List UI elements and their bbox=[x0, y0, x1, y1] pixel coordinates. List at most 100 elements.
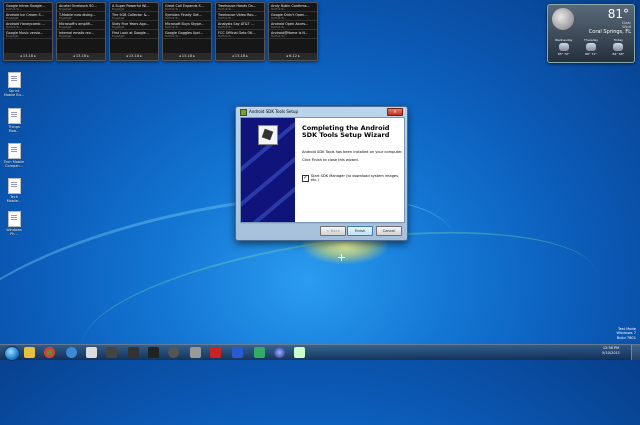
feed-pager[interactable]: ◂ 13-18 ▸ bbox=[110, 53, 158, 60]
feed-item[interactable]: First Look at Google... Engadget bbox=[110, 30, 158, 39]
forecast-day: Friday 84° 68° bbox=[605, 38, 632, 60]
cancel-button[interactable]: Cancel bbox=[376, 226, 402, 236]
desktop-icon[interactable]: Tech Mobile Compan... bbox=[3, 143, 25, 168]
forecast-day-name: Thursday bbox=[584, 38, 598, 42]
forecast-low: 70° bbox=[564, 52, 570, 56]
feed-item[interactable]: Google Intros Google... TecHub Tu... bbox=[4, 3, 52, 12]
feed-pager[interactable]: ◂ 13-18 ▸ bbox=[163, 53, 211, 60]
checkbox-box[interactable]: ✓ bbox=[302, 174, 309, 182]
feed-item-source: TecHub Tu... bbox=[218, 17, 234, 20]
feed-item[interactable]: Treehouse Hands On... TecHub Tu... bbox=[216, 3, 264, 12]
globe-icon[interactable] bbox=[274, 347, 285, 358]
next-arrow-icon[interactable]: ▸ bbox=[245, 54, 248, 58]
feed-pager[interactable]: ◂ 13-18 ▸ bbox=[216, 53, 264, 60]
feed-item-source: Engadget bbox=[112, 17, 125, 20]
chrome-icon[interactable] bbox=[44, 347, 55, 358]
feed-pager[interactable]: ◂ 13-18 ▸ bbox=[4, 53, 52, 60]
android-sdk-logo-icon bbox=[258, 125, 278, 145]
notepad-icon[interactable] bbox=[86, 347, 97, 358]
weather-temperature: 81° bbox=[607, 7, 629, 21]
weather-forecast: Wednesday 85° 70° Thursday 86° 71° Frida… bbox=[550, 38, 632, 60]
feed-item[interactable]: Treehouse Video Rou... TecHub Tu... bbox=[216, 12, 264, 21]
moon-icon bbox=[552, 8, 574, 30]
feed-item-source: TecHub Tu... bbox=[271, 35, 287, 38]
build-line: Build 7601 bbox=[616, 335, 636, 340]
feed-gadget[interactable]: A Super Powerful Wi... Engadget The 5GB Co… bbox=[109, 2, 159, 61]
explorer-icon[interactable] bbox=[24, 347, 35, 358]
settings-icon[interactable] bbox=[254, 347, 265, 358]
clock-date: 5/10/2011 bbox=[602, 351, 620, 355]
feed-item[interactable]: FCC Official Gets OK... TecHub Tu... bbox=[216, 30, 264, 39]
feed-item[interactable]: Andy Rubin Confirms... TecHub Tu... bbox=[269, 3, 317, 12]
feed-item-source: Engadget bbox=[112, 26, 125, 29]
feed-item-source: TecHub Tu... bbox=[6, 8, 22, 11]
feed-item[interactable]: Analysts Say AT&T ... TecHub Tu... bbox=[216, 21, 264, 30]
desktop-icon[interactable]: Things Mob... bbox=[3, 108, 25, 133]
document-icon bbox=[7, 211, 21, 227]
next-arrow-icon[interactable]: ▸ bbox=[33, 54, 36, 58]
console-icon[interactable] bbox=[148, 347, 159, 358]
desktop-icon[interactable]: Tech Mobile... bbox=[3, 178, 25, 203]
close-button[interactable]: ✕ bbox=[387, 108, 403, 116]
taskbar: 12:56 PM 5/10/2011 bbox=[0, 344, 640, 361]
feed-pager[interactable]: ◂ 6-12 ▸ bbox=[269, 53, 317, 60]
feed-pager[interactable]: ◂ 13-18 ▸ bbox=[57, 53, 105, 60]
feed-item[interactable]: Google Music versio... Engadget bbox=[4, 30, 52, 39]
app-icon bbox=[240, 108, 247, 116]
feed-item[interactable]: Great Call Expands S... TecHub Tu... bbox=[163, 3, 211, 12]
feed-item[interactable]: A Super Powerful Wi... Engadget bbox=[110, 3, 158, 12]
forecast-high: 86° bbox=[585, 52, 591, 56]
weather-gadget[interactable]: 81° Clear Wind Coral Springs, FL Wednesd… bbox=[547, 4, 635, 63]
feed-item[interactable]: Android@Home Is N... TecHub Tu... bbox=[269, 30, 317, 39]
next-arrow-icon[interactable]: ▸ bbox=[297, 54, 300, 58]
forecast-day-name: Friday bbox=[613, 38, 623, 42]
installer-icon[interactable] bbox=[294, 347, 305, 358]
media-icon[interactable] bbox=[128, 347, 139, 358]
feed-item[interactable]: Internal emails rev... Engadget bbox=[57, 30, 105, 39]
feed-item-source: TecHub Tu... bbox=[218, 35, 234, 38]
feed-gadget[interactable]: Alcatel Onetouch 90... Engadget T-Mobile n… bbox=[56, 2, 106, 61]
feed-item[interactable]: The 5GB Collector &... Engadget bbox=[110, 12, 158, 21]
show-desktop-button[interactable] bbox=[631, 345, 640, 360]
desktop-icon-label: Things Mob... bbox=[8, 125, 20, 133]
desktop-icon[interactable]: Windows Ph... bbox=[3, 211, 25, 236]
cloud-icon bbox=[613, 43, 624, 51]
back-button[interactable]: < Back bbox=[320, 226, 346, 236]
document-icon bbox=[7, 178, 21, 194]
dialog-titlebar[interactable]: Android SDK Tools Setup bbox=[240, 108, 298, 116]
eclipse-icon[interactable] bbox=[190, 347, 201, 358]
feed-item[interactable]: Sixty Five Years Ago... Engadget bbox=[110, 21, 158, 30]
next-arrow-icon[interactable]: ▸ bbox=[192, 54, 195, 58]
desktop-icon[interactable]: Sprint Mobile Bu... bbox=[3, 72, 25, 97]
feed-item-source: TecHub Tu... bbox=[218, 8, 234, 11]
feed-item[interactable]: Google Goggles Upd... TecHub Tu... bbox=[163, 30, 211, 39]
feed-item[interactable]: T-Mobile now dising... Engadget bbox=[57, 12, 105, 21]
feed-item[interactable]: Android Ice Cream S... Engadget bbox=[4, 12, 52, 21]
feed-item[interactable]: Microsoft's amplifi... Engadget bbox=[57, 21, 105, 30]
feed-gadget[interactable]: Treehouse Hands On... TecHub Tu... Treehou… bbox=[215, 2, 265, 61]
terminal-icon[interactable] bbox=[106, 347, 117, 358]
feed-item[interactable]: Android Open Acces... TecHub Tu... bbox=[269, 21, 317, 30]
feed-gadget[interactable]: Google Intros Google... TecHub Tu... Andro… bbox=[3, 2, 53, 61]
finish-button[interactable]: Finish bbox=[347, 226, 373, 236]
system-clock[interactable]: 12:56 PM 5/10/2011 bbox=[602, 346, 620, 356]
feed-item[interactable]: Android Honeycomb ... TecHub Tu... bbox=[4, 21, 52, 30]
next-arrow-icon[interactable]: ▸ bbox=[139, 54, 142, 58]
feed-item[interactable]: Alcatel Onetouch 90... Engadget bbox=[57, 3, 105, 12]
desktop-icon-label: Tech Mobile Compan... bbox=[3, 160, 25, 168]
document-icon bbox=[7, 108, 21, 124]
internet-explorer-icon[interactable] bbox=[66, 347, 77, 358]
wizard-side-banner bbox=[241, 118, 295, 222]
feed-gadget[interactable]: Andy Rubin Confirms... TecHub Tu... Google… bbox=[268, 2, 318, 61]
feed-gadget[interactable]: Great Call Expands S... TecHub Tu... Symbi… bbox=[162, 2, 212, 61]
feed-item[interactable]: Symbian Finally Get... TecHub Tu... bbox=[163, 12, 211, 21]
wizard-heading: Completing the Android SDK Tools Setup W… bbox=[302, 124, 390, 139]
next-arrow-icon[interactable]: ▸ bbox=[86, 54, 89, 58]
start-button[interactable] bbox=[4, 346, 20, 361]
feed-item[interactable]: Microsoft Buys Skype... TecHub Tu... bbox=[163, 21, 211, 30]
app-icon[interactable] bbox=[168, 347, 179, 358]
filezilla-icon[interactable] bbox=[210, 347, 221, 358]
start-sdk-manager-checkbox[interactable]: ✓ Start SDK Manager (to download system … bbox=[302, 174, 404, 182]
feed-item[interactable]: Google Didn't Open... TecHub Tu... bbox=[269, 12, 317, 21]
remote-desktop-icon[interactable] bbox=[232, 347, 243, 358]
